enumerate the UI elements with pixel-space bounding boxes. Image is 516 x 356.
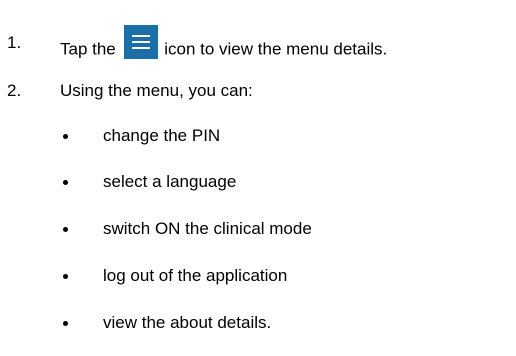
list-item-text: select a language: [103, 172, 237, 191]
bullet-icon: [63, 134, 68, 139]
bullet-icon: [63, 180, 68, 185]
list-item-text: change the PIN: [103, 126, 221, 145]
step-1-text-after: icon to view the menu details.: [159, 39, 388, 59]
bullet-icon: [63, 274, 68, 279]
bullet-icon: [63, 321, 68, 326]
menu-icon: [123, 25, 158, 59]
step-1-text-before: Tap the: [60, 39, 121, 59]
step-number: 2.: [7, 81, 22, 100]
list-item-text: log out of the application: [103, 266, 288, 285]
step-1-text: Tap the icon to view the menu details.: [60, 25, 388, 67]
step-2-text: Using the menu, you can:: [60, 81, 253, 100]
bullet-icon: [63, 227, 68, 232]
instructions-document: 1. Tap the icon to view the menu details…: [0, 0, 516, 356]
list-item-text: view the about details.: [103, 313, 272, 332]
step-number: 1.: [7, 33, 22, 52]
list-item-text: switch ON the clinical mode: [103, 219, 312, 238]
